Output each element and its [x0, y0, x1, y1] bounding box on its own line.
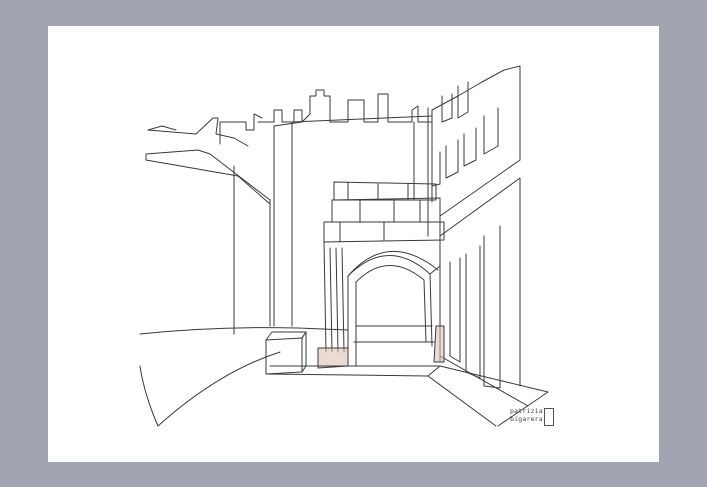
signature-line-1: patrizia	[510, 407, 543, 415]
central-tower	[257, 89, 433, 327]
signature-line-2: bigarera	[510, 415, 543, 423]
artist-signature: patrizia bigarera	[510, 407, 544, 431]
drawing-paper: patrizia bigarera	[48, 26, 659, 462]
left-building	[145, 113, 271, 335]
artist-stamp	[544, 408, 554, 426]
stone-arch	[317, 181, 445, 369]
arch-line-drawing	[139, 65, 549, 427]
